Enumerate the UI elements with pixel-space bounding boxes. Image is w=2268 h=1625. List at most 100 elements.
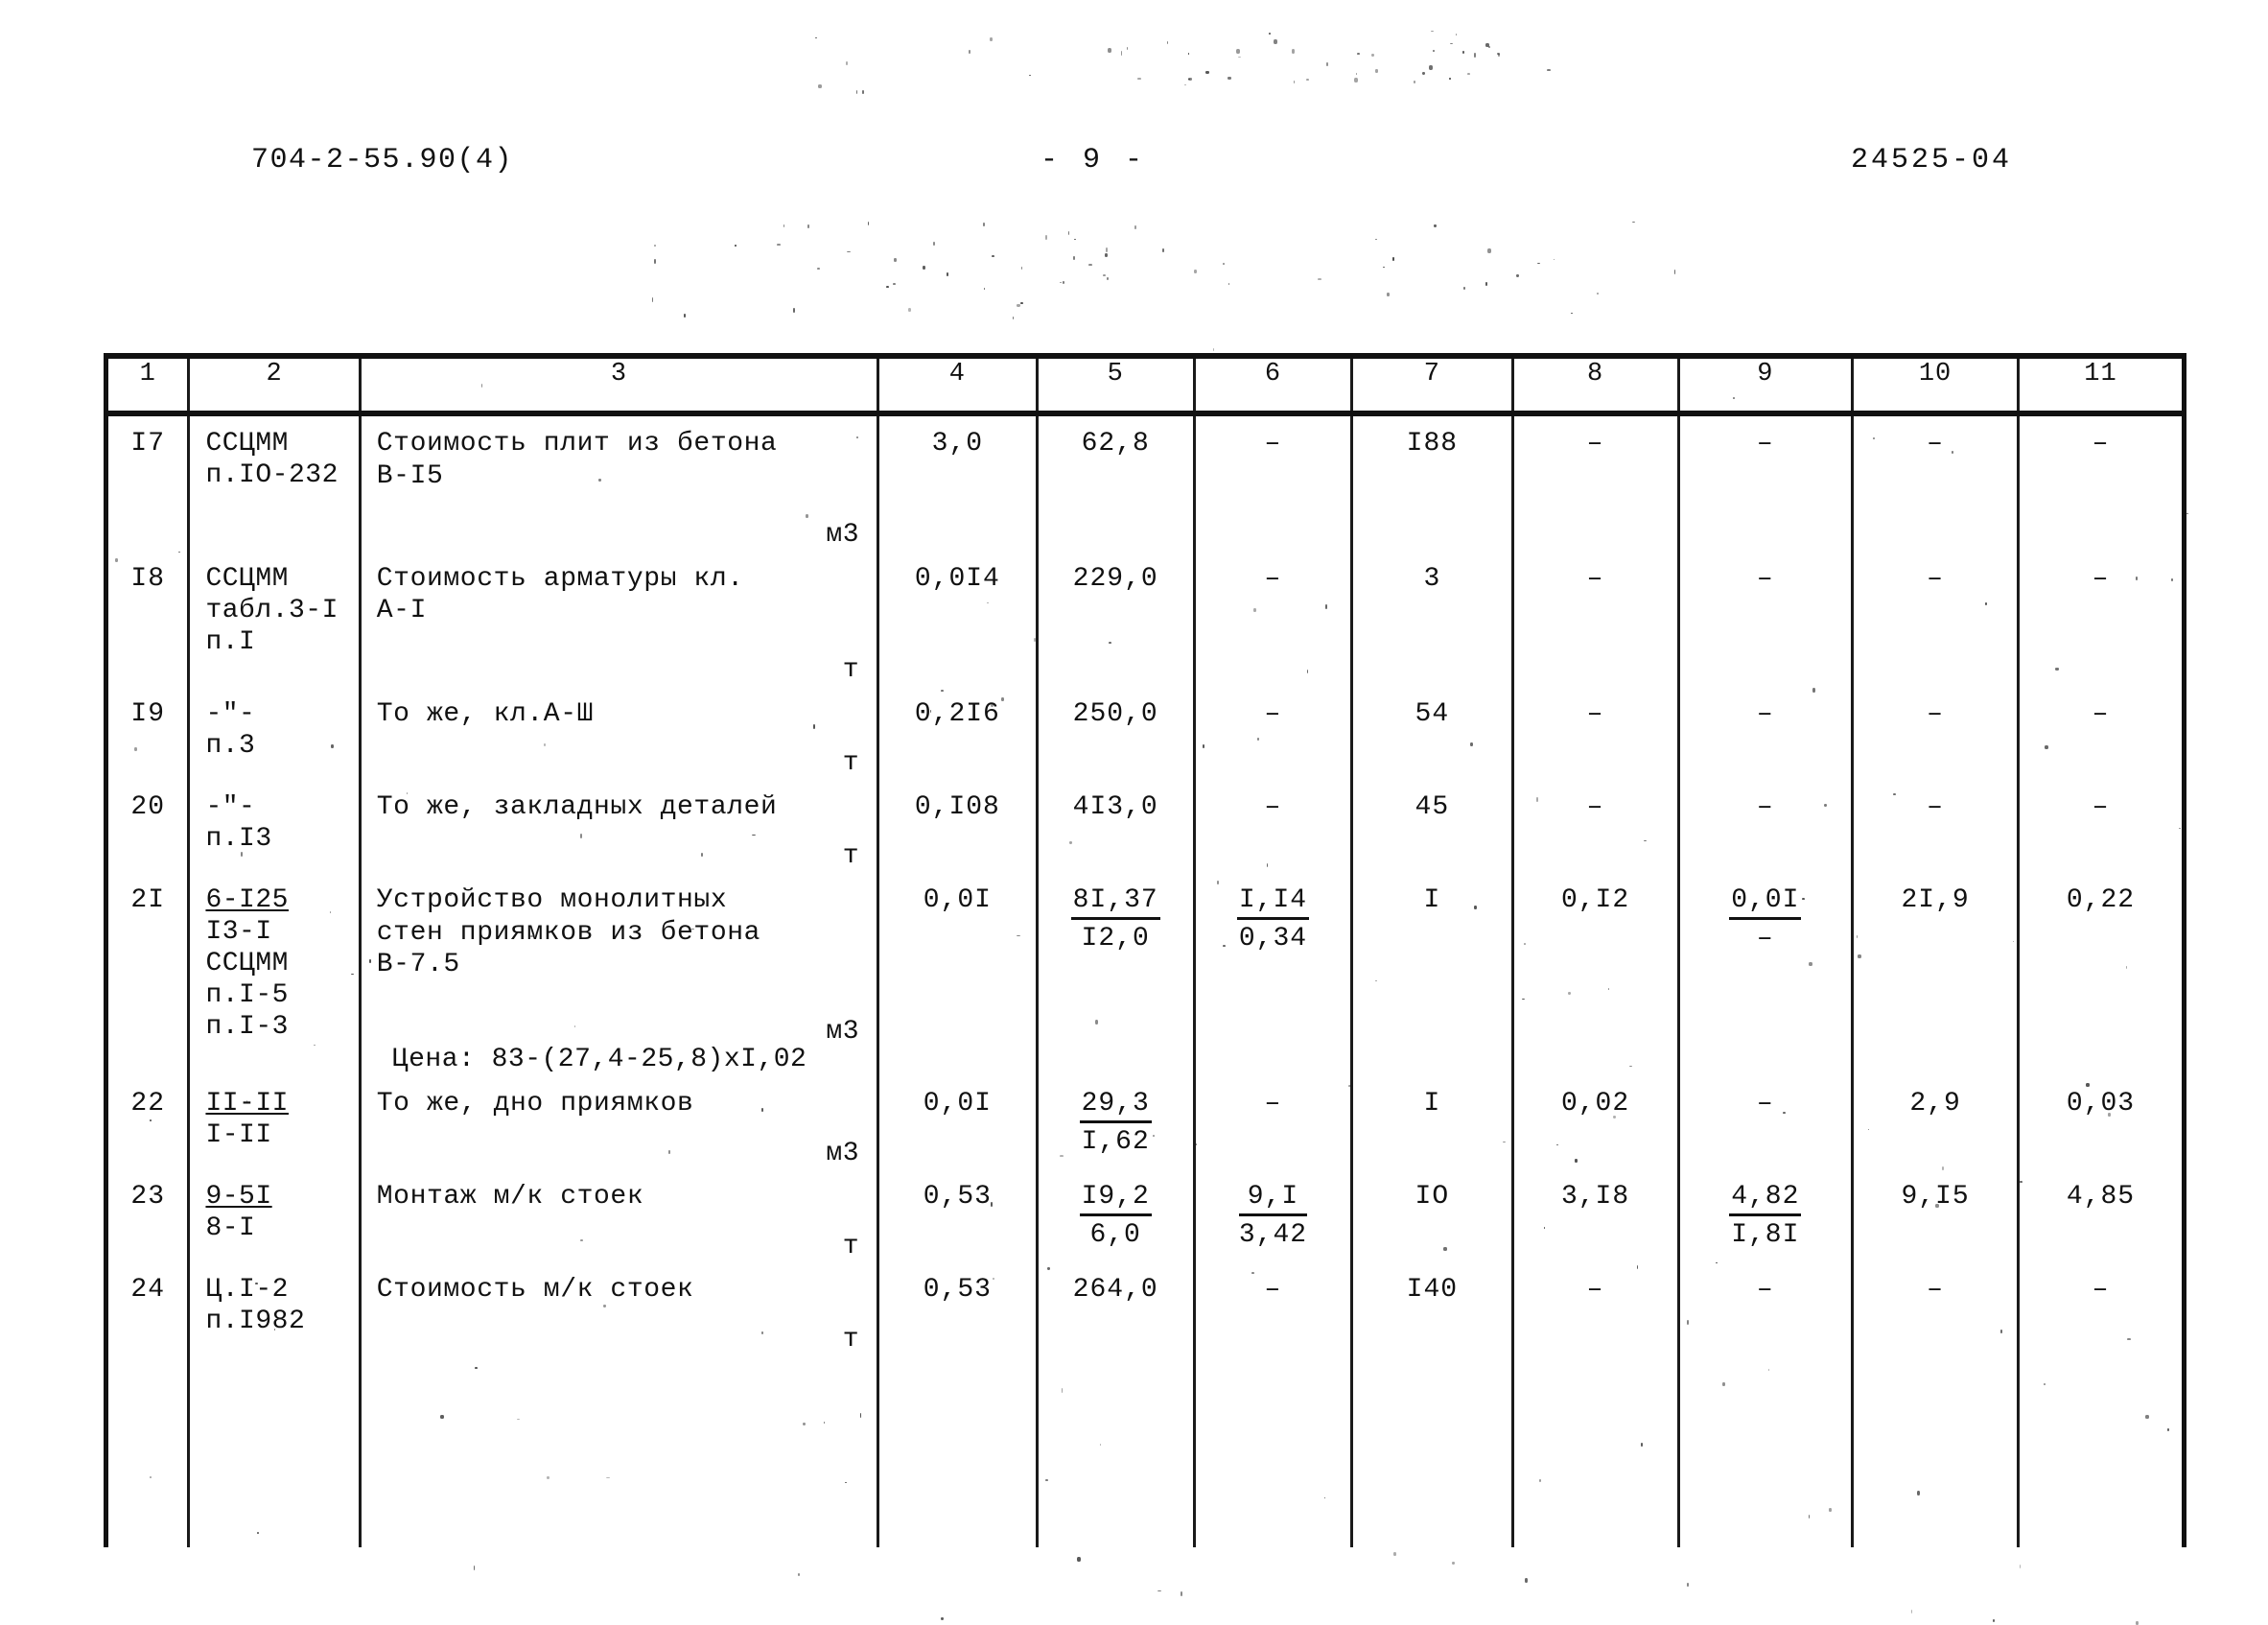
row-labor-rate: – (1192, 686, 1354, 780)
table-row: I8 CCЦMM табл.3-I п.I Стоимость арматуры к… (103, 551, 2186, 687)
row-labor-rate: – (1192, 551, 1354, 687)
row-labor-rate: – (1192, 1075, 1354, 1170)
table-row: 2I 6-I25 I3-I CCЦMM п.I-5 п.I-3 Устройство… (103, 872, 2186, 1076)
row-reference-code: -"- п.3 (187, 686, 362, 780)
row-col8-value: – (1510, 551, 1680, 687)
table-tail-cell (358, 1355, 880, 1548)
page-header: 704-2-55.90(4) - 9 - 24525-04 (0, 144, 2268, 192)
table-row: I7 CCЦMM п.IO-232 Стоимость плит из бетона… (103, 413, 2186, 552)
row-description: Устройство монолитных стен приямков из бе… (358, 872, 880, 1076)
row-total-cost: 45 (1350, 779, 1514, 873)
row-total-cost: I88 (1350, 413, 1514, 552)
row-col8-value: – (1510, 1262, 1680, 1356)
row-position-number: I9 (103, 686, 191, 780)
row-unit-cost: 229,0 (1035, 551, 1196, 687)
row-position-number: I8 (103, 551, 191, 687)
row-unit: т (842, 1231, 860, 1261)
table-tail-cell (1035, 1355, 1196, 1548)
row-quantity: 0,I08 (877, 779, 1039, 873)
row-unit-cost: 62,8 (1035, 413, 1196, 552)
row-unit: т (842, 1324, 860, 1354)
row-description: То же, дно приямков м3 (358, 1075, 880, 1170)
row-description-line: Устройство монолитных (376, 884, 728, 915)
col-header-9: 9 (1676, 353, 1855, 416)
page-number: - 9 - (1040, 144, 1147, 177)
row-description: То же, закладных деталей т (358, 779, 880, 873)
col-header-8: 8 (1510, 353, 1680, 416)
table-tail-cell (877, 1355, 1039, 1548)
table-tail-cell (1851, 1355, 2021, 1548)
row-description-line: Стоимость м/к стоек (376, 1275, 694, 1306)
row-description: Стоимость арматуры кл. А-I т (358, 551, 880, 687)
row-description: Монтаж м/к стоек т (358, 1169, 880, 1263)
row-col9-value: – (1676, 686, 1855, 780)
row-col9-value: – (1676, 779, 1855, 873)
row-quantity: 3,0 (877, 413, 1039, 552)
col-header-3: 3 (358, 353, 880, 416)
row-unit: т (842, 654, 860, 685)
row-col8-value: 0,I2 (1510, 872, 1680, 1076)
row-labor-rate: I,I4 0,34 (1192, 872, 1354, 1076)
table-body: I7 CCЦMM п.IO-232 Стоимость плит из бетона… (103, 413, 2186, 1548)
row-col10-value: – (1851, 413, 2021, 552)
table-row: I9 -"- п.3 То же, кл.А-Ш т 0,2I6 250,0–54– – – – (103, 686, 2186, 780)
row-total-cost: I (1350, 872, 1514, 1076)
row-position-number: 2I (103, 872, 191, 1076)
row-reference-code: 6-I25 I3-I CCЦMM п.I-5 п.I-3 (187, 872, 362, 1076)
row-col10-value: 2,9 (1851, 1075, 2021, 1170)
row-quantity: 0,53 (877, 1169, 1039, 1263)
table-tail-cell (1676, 1355, 1855, 1548)
row-unit: т (842, 748, 860, 779)
row-col11-value: – (2017, 413, 2186, 552)
table-tail-cell (187, 1355, 362, 1548)
row-total-cost: 54 (1350, 686, 1514, 780)
estimate-table-wrapper: 1 2 3 4 5 6 7 8 9 10 11 I7 CCЦMM п.IO-232… (103, 353, 2186, 1621)
col-header-7: 7 (1350, 353, 1514, 416)
row-description-line: стен приямков из бетона (376, 917, 761, 948)
row-col11-value: 0,03 (2017, 1075, 2186, 1170)
row-reference-code: Ц.I-2 п.I982 (187, 1262, 362, 1356)
table-tail-cell (2017, 1355, 2186, 1548)
row-col11-value: 0,22 (2017, 872, 2186, 1076)
row-total-cost: I40 (1350, 1262, 1514, 1356)
row-col8-value: – (1510, 413, 1680, 552)
document-code: 704-2-55.90(4) (251, 144, 514, 177)
row-total-cost: I (1350, 1075, 1514, 1170)
row-unit-cost: 250,0 (1035, 686, 1196, 780)
row-col11-value: 4,85 (2017, 1169, 2186, 1263)
table-tail-cell (1510, 1355, 1680, 1548)
row-quantity: 0,53 (877, 1262, 1039, 1356)
table-row: 23 9-5I 8-I Монтаж м/к стоек т 0,53 I9,2 6,0 9,… (103, 1169, 2186, 1263)
row-description-line: А-I (376, 596, 427, 626)
row-col9-value: – (1676, 551, 1855, 687)
row-unit: м3 (826, 1138, 860, 1168)
row-description-line: В-7.5 (376, 950, 460, 980)
row-col9-value: – (1676, 1075, 1855, 1170)
row-reference-code: CCЦMM п.IO-232 (187, 413, 362, 552)
row-total-cost: 3 (1350, 551, 1514, 687)
row-labor-rate: – (1192, 413, 1354, 552)
row-unit-cost: 29,3 I,62 (1035, 1075, 1196, 1170)
row-quantity: 0,0I (877, 1075, 1039, 1170)
row-reference-code: II-II I-II (187, 1075, 362, 1170)
row-col10-value: 9,I5 (1851, 1169, 2021, 1263)
row-col8-value: – (1510, 779, 1680, 873)
table-tail-cell (103, 1355, 191, 1548)
table-row: 20 -"- п.I3 То же, закладных деталей т 0,I08… (103, 779, 2186, 873)
col-header-11: 11 (2017, 353, 2186, 416)
row-col9-value: 0,0I – (1676, 872, 1855, 1076)
col-header-5: 5 (1035, 353, 1196, 416)
table-tail-cell (1350, 1355, 1514, 1548)
table-row: 24 Ц.I-2 п.I982 Стоимость м/к стоек т 0,53 26… (103, 1262, 2186, 1356)
row-total-cost: IO (1350, 1169, 1514, 1263)
table-row: 22 II-II I-II То же, дно приямков м3 0,0I 29,… (103, 1075, 2186, 1170)
row-description-line: То же, закладных деталей (376, 791, 778, 822)
row-col8-value: – (1510, 686, 1680, 780)
row-unit: т (842, 841, 860, 872)
row-description: То же, кл.А-Ш т (358, 686, 880, 780)
estimate-table: 1 2 3 4 5 6 7 8 9 10 11 I7 CCЦMM п.IO-232… (103, 353, 2186, 1548)
row-reference-code: -"- п.I3 (187, 779, 362, 873)
table-tail-cell (1192, 1355, 1354, 1548)
row-col10-value: – (1851, 551, 2021, 687)
row-unit-cost: 4I3,0 (1035, 779, 1196, 873)
